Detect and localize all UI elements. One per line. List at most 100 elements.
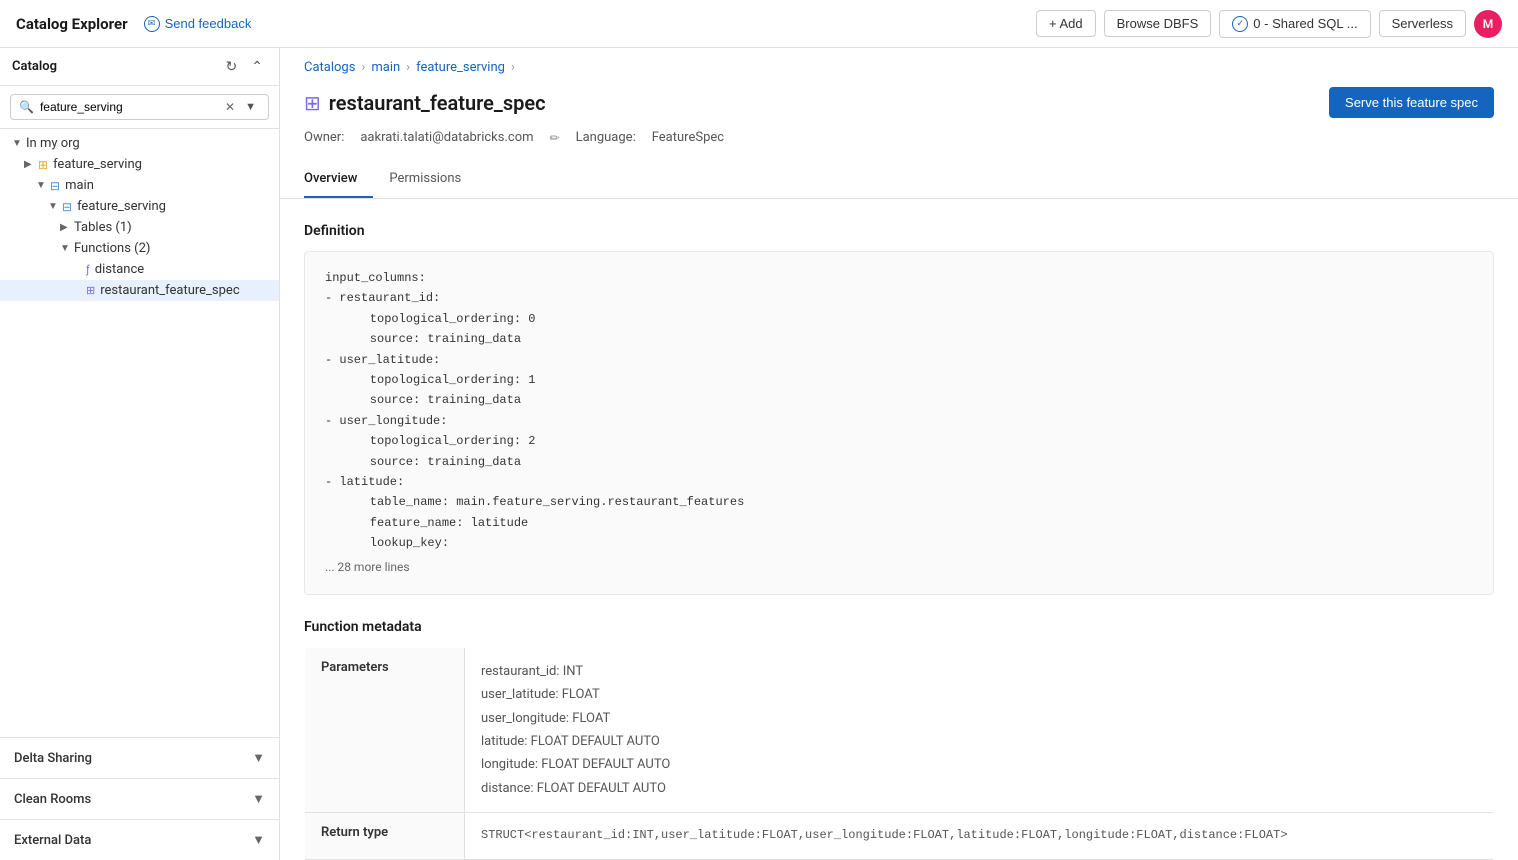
topbar: Catalog Explorer ✉ Send feedback + Add B… bbox=[0, 0, 1518, 48]
sidebar: Catalog ↻ ⌃ 🔍 ✕ ▼ ▼ In my org ▶ bbox=[0, 48, 280, 860]
breadcrumb-catalogs[interactable]: Catalogs bbox=[304, 60, 355, 75]
param-4: latitude: FLOAT DEFAULT AUTO bbox=[481, 730, 1477, 753]
def-line-6: topological_ordering: 1 bbox=[325, 370, 1473, 390]
function-distance[interactable]: ƒ distance bbox=[0, 259, 279, 280]
def-line-14: lookup_key: bbox=[325, 533, 1473, 553]
schema-icon: ⊟ bbox=[50, 179, 60, 193]
breadcrumb-main[interactable]: main bbox=[371, 60, 400, 75]
content-body: Definition input_columns: - restaurant_i… bbox=[280, 199, 1518, 860]
check-circle-icon: ✓ bbox=[1232, 16, 1248, 32]
def-line-4: source: training_data bbox=[325, 329, 1473, 349]
search-wrap: 🔍 ✕ ▼ bbox=[10, 94, 269, 120]
breadcrumb-sep2: › bbox=[406, 60, 410, 75]
send-feedback-button[interactable]: ✉ Send feedback bbox=[144, 16, 252, 32]
sidebar-icons: ↻ ⌃ bbox=[222, 56, 267, 77]
schema-feature-serving[interactable]: ▼ ⊟ feature_serving bbox=[0, 196, 279, 217]
feedback-icon: ✉ bbox=[144, 16, 160, 32]
param-2: user_latitude: FLOAT bbox=[481, 683, 1477, 706]
functions-group[interactable]: ▼ Functions (2) bbox=[0, 238, 279, 259]
def-line-9: topological_ordering: 2 bbox=[325, 431, 1473, 451]
def-line-10: source: training_data bbox=[325, 452, 1473, 472]
breadcrumb: Catalogs › main › feature_serving › bbox=[280, 48, 1518, 83]
def-line-12: table_name: main.feature_serving.restaur… bbox=[325, 492, 1473, 512]
def-line-5: - user_latitude: bbox=[325, 350, 1473, 370]
page-title-area: ⊞ restaurant_feature_spec bbox=[304, 91, 546, 115]
definition-box: input_columns: - restaurant_id: topologi… bbox=[304, 251, 1494, 595]
tab-overview[interactable]: Overview bbox=[304, 161, 373, 198]
delta-sharing-header[interactable]: Delta Sharing ▼ bbox=[0, 738, 279, 778]
def-line-3: topological_ordering: 0 bbox=[325, 309, 1473, 329]
tabs: Overview Permissions bbox=[280, 161, 1518, 199]
shared-sql-button[interactable]: ✓ 0 - Shared SQL ... bbox=[1219, 10, 1370, 38]
more-lines[interactable]: ... 28 more lines bbox=[325, 557, 1473, 577]
return-type-label: Return type bbox=[305, 813, 465, 860]
def-line-8: - user_longitude: bbox=[325, 411, 1473, 431]
clean-rooms-header[interactable]: Clean Rooms ▼ bbox=[0, 779, 279, 819]
return-type-row: Return type STRUCT<restaurant_id:INT,use… bbox=[305, 813, 1494, 860]
function-icon: ƒ bbox=[86, 263, 90, 276]
function-metadata-title: Function metadata bbox=[304, 619, 1494, 635]
language-prefix: Language: bbox=[576, 130, 636, 145]
parameters-value: restaurant_id: INT user_latitude: FLOAT … bbox=[465, 647, 1494, 812]
owner-value: aakrati.talati@databricks.com bbox=[360, 130, 533, 145]
search-clear-button[interactable]: ✕ bbox=[225, 100, 235, 114]
def-line-1: input_columns: bbox=[325, 268, 1473, 288]
sidebar-header: Catalog ↻ ⌃ bbox=[0, 48, 279, 86]
function-restaurant-feature-spec[interactable]: ⊞ restaurant_feature_spec bbox=[0, 280, 279, 301]
avatar[interactable]: M bbox=[1474, 10, 1502, 38]
tables-group[interactable]: ▶ Tables (1) bbox=[0, 217, 279, 238]
param-3: user_longitude: FLOAT bbox=[481, 707, 1477, 730]
language-value: FeatureSpec bbox=[652, 130, 724, 145]
browse-dbfs-button[interactable]: Browse DBFS bbox=[1104, 10, 1212, 37]
catalog-icon: ⊞ bbox=[38, 158, 48, 172]
param-1: restaurant_id: INT bbox=[481, 660, 1477, 683]
return-type-value: STRUCT<restaurant_id:INT,user_latitude:F… bbox=[465, 813, 1494, 860]
search-input[interactable] bbox=[40, 100, 219, 114]
def-line-11: - latitude: bbox=[325, 472, 1473, 492]
tab-permissions[interactable]: Permissions bbox=[389, 161, 477, 198]
search-area: 🔍 ✕ ▼ bbox=[0, 86, 279, 129]
search-icon: 🔍 bbox=[19, 100, 34, 114]
metadata-table: Parameters restaurant_id: INT user_latit… bbox=[304, 647, 1494, 860]
collapse-icon[interactable]: ⌃ bbox=[247, 56, 267, 77]
serverless-button[interactable]: Serverless bbox=[1379, 10, 1466, 37]
external-data-header[interactable]: External Data ▼ bbox=[0, 820, 279, 860]
refresh-icon[interactable]: ↻ bbox=[222, 56, 242, 77]
owner-row: Owner: aakrati.talati@databricks.com ✏ L… bbox=[280, 130, 1518, 161]
page-title: restaurant_feature_spec bbox=[329, 91, 546, 115]
definition-title: Definition bbox=[304, 223, 1494, 239]
parameters-row: Parameters restaurant_id: INT user_latit… bbox=[305, 647, 1494, 812]
def-line-2: - restaurant_id: bbox=[325, 288, 1473, 308]
parameters-label: Parameters bbox=[305, 647, 465, 812]
external-data-section: External Data ▼ bbox=[0, 819, 279, 860]
filter-icon[interactable]: ▼ bbox=[241, 99, 260, 115]
content-area: Catalogs › main › feature_serving › ⊞ re… bbox=[280, 48, 1518, 860]
schema-main[interactable]: ▼ ⊟ main bbox=[0, 175, 279, 196]
serve-feature-spec-button[interactable]: Serve this feature spec bbox=[1329, 87, 1494, 118]
app-title: Catalog Explorer bbox=[16, 15, 128, 33]
breadcrumb-feature-serving[interactable]: feature_serving bbox=[416, 60, 505, 75]
external-data-chevron: ▼ bbox=[252, 832, 265, 848]
topbar-left: Catalog Explorer ✉ Send feedback bbox=[16, 15, 251, 33]
schema-icon2: ⊟ bbox=[62, 200, 72, 214]
breadcrumb-sep3: › bbox=[511, 60, 515, 75]
breadcrumb-sep1: › bbox=[361, 60, 365, 75]
tree-section: ▼ In my org ▶ ⊞ feature_serving ▼ ⊟ main… bbox=[0, 129, 279, 737]
page-header: ⊞ restaurant_feature_spec Serve this fea… bbox=[280, 83, 1518, 130]
param-6: distance: FLOAT DEFAULT AUTO bbox=[481, 777, 1477, 800]
delta-sharing-section: Delta Sharing ▼ bbox=[0, 737, 279, 778]
feature-spec-icon: ⊞ bbox=[86, 284, 95, 297]
page-title-icon: ⊞ bbox=[304, 91, 321, 115]
delta-sharing-chevron: ▼ bbox=[252, 750, 265, 766]
catalog-label: Catalog bbox=[12, 59, 57, 74]
in-my-org-section[interactable]: ▼ In my org bbox=[0, 133, 279, 154]
def-line-7: source: training_data bbox=[325, 390, 1473, 410]
edit-owner-icon[interactable]: ✏ bbox=[550, 131, 560, 145]
add-button[interactable]: + Add bbox=[1036, 10, 1096, 37]
main-layout: Catalog ↻ ⌃ 🔍 ✕ ▼ ▼ In my org ▶ bbox=[0, 48, 1518, 860]
catalog-feature-serving[interactable]: ▶ ⊞ feature_serving bbox=[0, 154, 279, 175]
clean-rooms-chevron: ▼ bbox=[252, 791, 265, 807]
owner-prefix: Owner: bbox=[304, 130, 344, 145]
topbar-right: + Add Browse DBFS ✓ 0 - Shared SQL ... S… bbox=[1036, 10, 1502, 38]
clean-rooms-section: Clean Rooms ▼ bbox=[0, 778, 279, 819]
